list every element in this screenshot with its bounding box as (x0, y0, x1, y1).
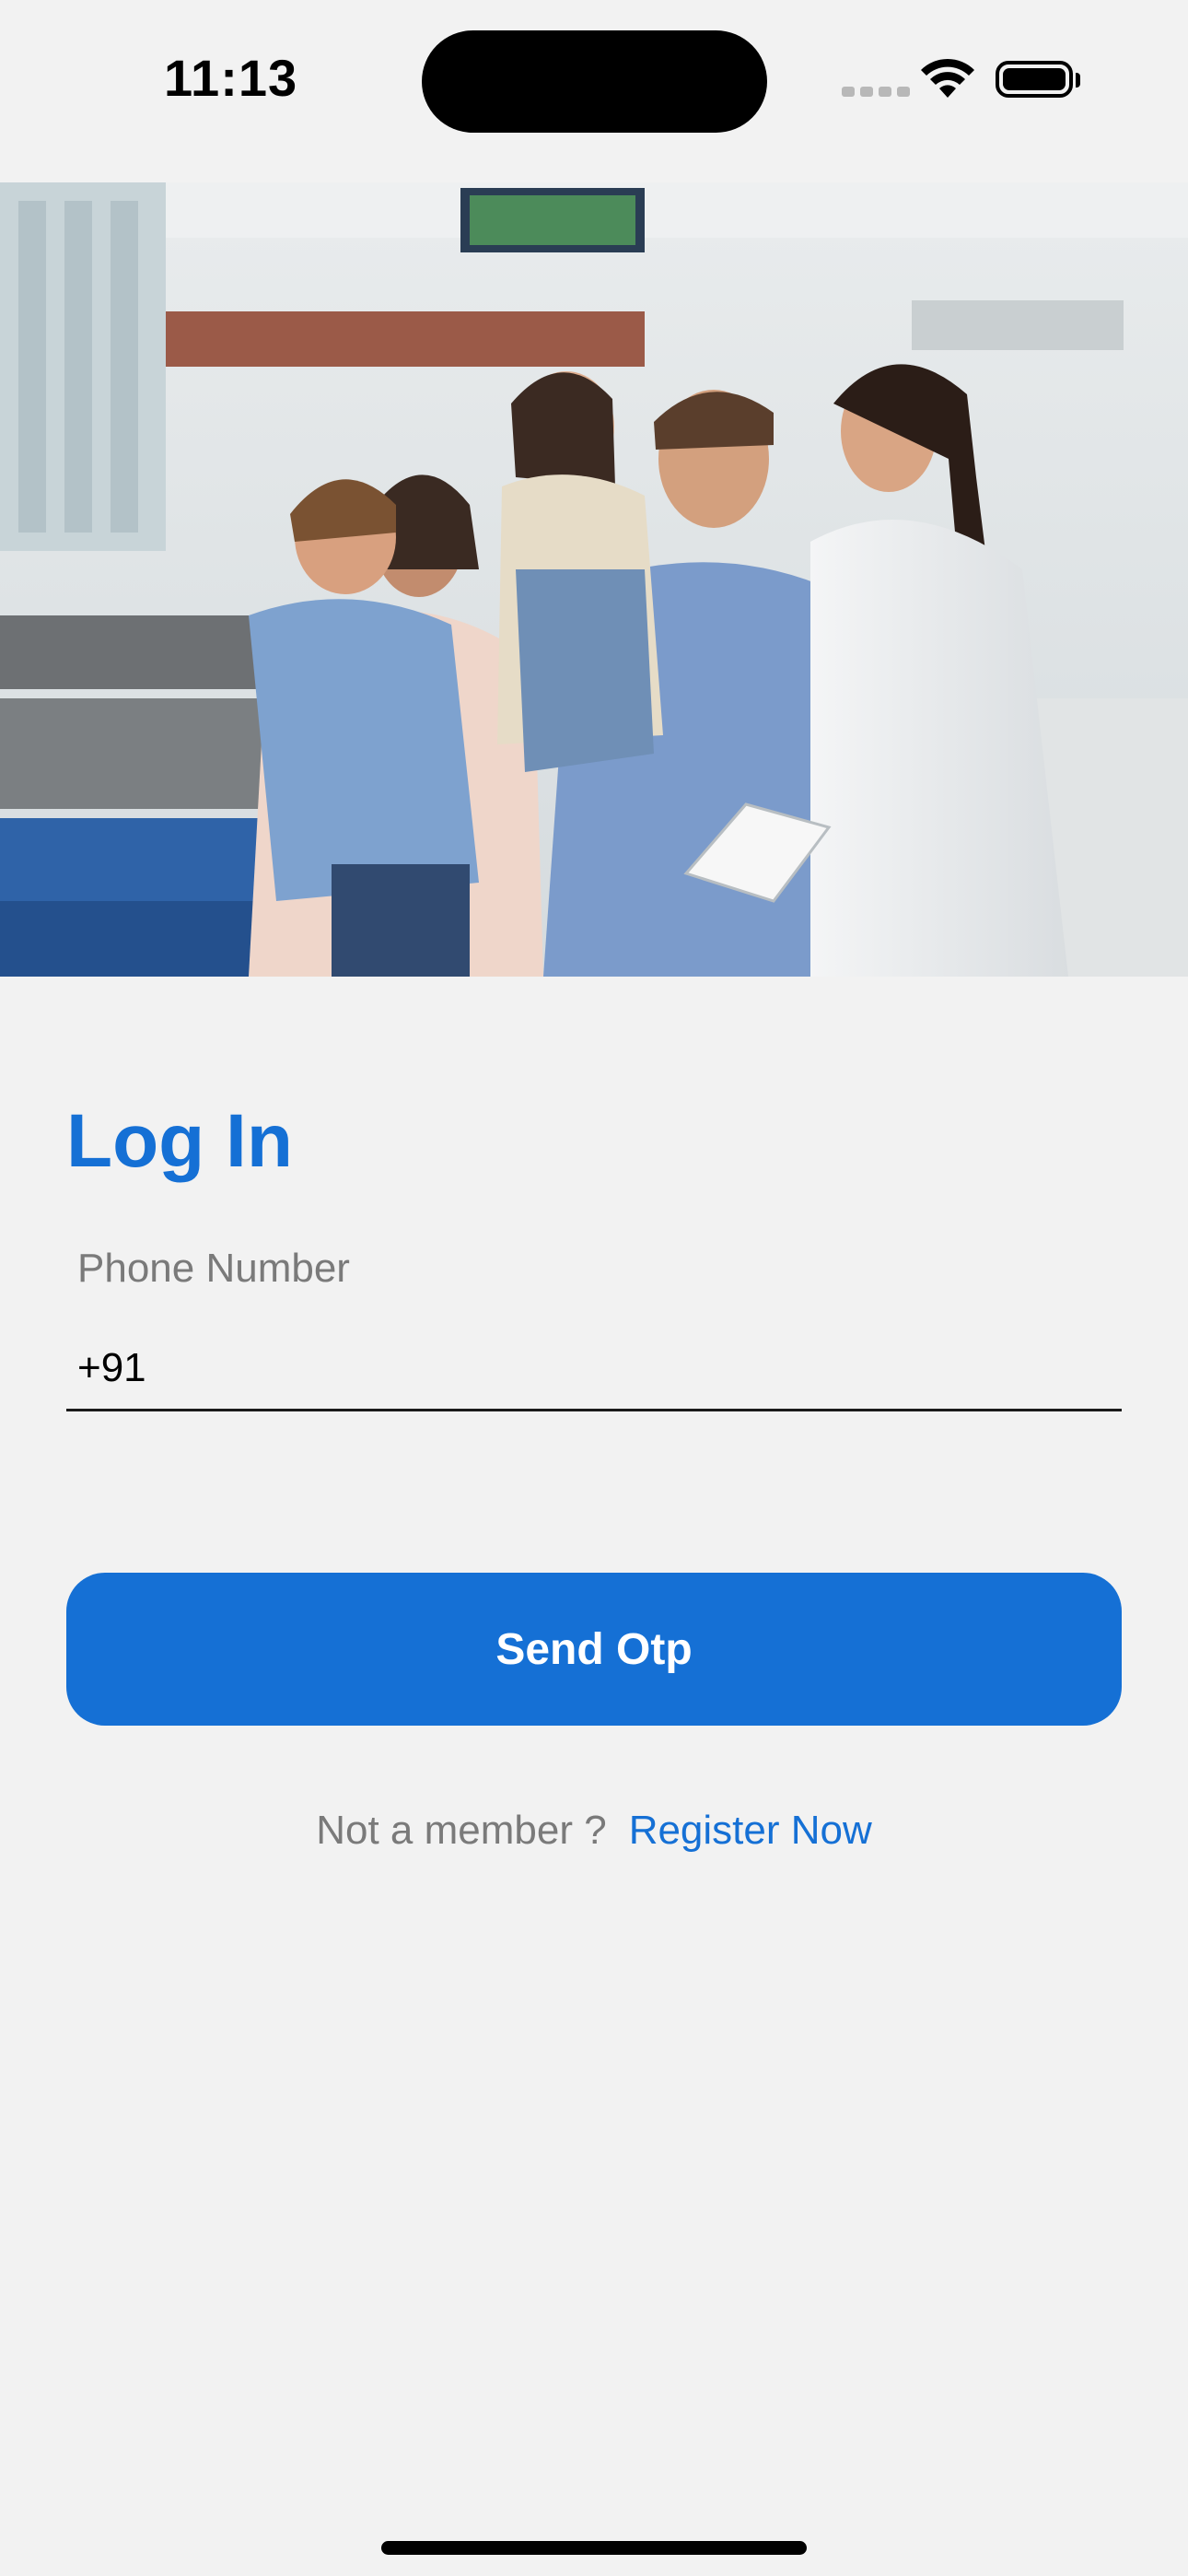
register-now-link[interactable]: Register Now (629, 1808, 872, 1853)
send-otp-button[interactable]: Send Otp (66, 1573, 1122, 1726)
wifi-icon (921, 58, 974, 98)
status-time: 11:13 (164, 49, 298, 107)
cellular-signal-icon (842, 87, 910, 97)
phone-number-input[interactable] (66, 1327, 1122, 1411)
battery-icon (996, 61, 1073, 98)
battery-tip (1076, 73, 1080, 88)
register-prompt: Not a member ? Register Now (0, 1808, 1188, 1854)
home-indicator[interactable] (381, 2541, 807, 2555)
phone-number-label: Phone Number (77, 1246, 350, 1291)
hero-image (0, 182, 1188, 977)
dynamic-island (422, 30, 767, 133)
status-bar: 11:13 (0, 0, 1188, 182)
not-member-text: Not a member ? (316, 1808, 607, 1853)
page-title: Log In (66, 1099, 293, 1183)
